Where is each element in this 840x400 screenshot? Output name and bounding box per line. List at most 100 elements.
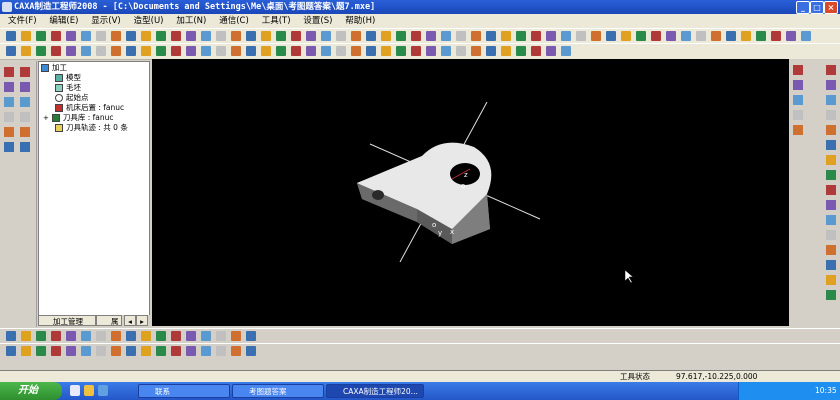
tree-item-post[interactable]: 机床后置 : fanuc [55, 103, 124, 113]
toolbar-button[interactable] [501, 46, 511, 56]
toolbar-button[interactable] [336, 46, 346, 56]
start-button[interactable]: 开始 [0, 382, 62, 400]
toolbar-button[interactable] [216, 31, 226, 41]
curve-tool-button[interactable] [826, 170, 836, 180]
toolbar-button[interactable] [96, 346, 106, 356]
toolbar-button[interactable] [201, 331, 211, 341]
toolbar-button[interactable] [351, 46, 361, 56]
expand-icon[interactable]: + [43, 114, 49, 122]
taskbar-item-contacts[interactable]: 联系 [138, 384, 230, 398]
curve-tool-button[interactable] [826, 245, 836, 255]
menu-communication[interactable]: 通信(C) [214, 14, 254, 28]
tree-item-stock[interactable]: 毛坯 [55, 83, 81, 93]
curve-tool-button[interactable] [826, 200, 836, 210]
toolbar-button[interactable] [36, 46, 46, 56]
toolbar-button[interactable] [531, 31, 541, 41]
left-tool-button[interactable] [4, 127, 14, 137]
toolbar-button[interactable] [426, 46, 436, 56]
close-button[interactable]: × [824, 1, 838, 14]
left-tool-button[interactable] [20, 67, 30, 77]
toolbar-button[interactable] [66, 31, 76, 41]
left-tool-button[interactable] [20, 112, 30, 122]
menu-file[interactable]: 文件(F) [0, 14, 42, 28]
toolbar-button[interactable] [516, 31, 526, 41]
toolbar-button[interactable] [36, 346, 46, 356]
toolbar-button[interactable] [96, 31, 106, 41]
toolbar-button[interactable] [426, 31, 436, 41]
curve-tool-button[interactable] [826, 95, 836, 105]
toolbar-button[interactable] [681, 31, 691, 41]
toolbar-button[interactable] [396, 46, 406, 56]
toolbar-button[interactable] [486, 46, 496, 56]
curve-tool-button[interactable] [826, 215, 836, 225]
curve-tool-button[interactable] [826, 110, 836, 120]
toolbar-button[interactable] [741, 31, 751, 41]
toolbar-button[interactable] [111, 31, 121, 41]
toolbar-button[interactable] [591, 31, 601, 41]
toolbar-button[interactable] [291, 31, 301, 41]
toolbar-button[interactable] [126, 46, 136, 56]
toolbar-button[interactable] [561, 31, 571, 41]
toolbar-button[interactable] [186, 331, 196, 341]
toolbar-button[interactable] [336, 31, 346, 41]
right-tool-button[interactable] [793, 110, 803, 120]
toolbar-button[interactable] [66, 346, 76, 356]
toolbar-button[interactable] [171, 46, 181, 56]
toolbar-button[interactable] [351, 31, 361, 41]
toolbar-button[interactable] [381, 31, 391, 41]
toolbar-button[interactable] [306, 46, 316, 56]
toolbar-button[interactable] [186, 31, 196, 41]
3d-viewport[interactable]: z o o y x [152, 59, 789, 326]
toolbar-button[interactable] [771, 31, 781, 41]
toolbar-button[interactable] [306, 31, 316, 41]
toolbar-button[interactable] [636, 31, 646, 41]
toolbar-button[interactable] [96, 331, 106, 341]
curve-tool-button[interactable] [826, 185, 836, 195]
toolbar-button[interactable] [456, 31, 466, 41]
left-tool-button[interactable] [4, 82, 14, 92]
toolbar-button[interactable] [366, 31, 376, 41]
toolbar-button[interactable] [111, 331, 121, 341]
toolbar-button[interactable] [231, 346, 241, 356]
toolbar-button[interactable] [6, 331, 16, 341]
toolbar-button[interactable] [81, 346, 91, 356]
toolbar-button[interactable] [186, 46, 196, 56]
toolbar-button[interactable] [801, 31, 811, 41]
toolbar-button[interactable] [441, 31, 451, 41]
toolbar-button[interactable] [126, 331, 136, 341]
toolbar-button[interactable] [141, 346, 151, 356]
toolbar-button[interactable] [201, 346, 211, 356]
toolbar-button[interactable] [246, 331, 256, 341]
toolbar-button[interactable] [6, 346, 16, 356]
left-tool-button[interactable] [4, 112, 14, 122]
toolbar-button[interactable] [96, 46, 106, 56]
toolbar-button[interactable] [156, 346, 166, 356]
toolbar-button[interactable] [111, 346, 121, 356]
toolbar-button[interactable] [81, 31, 91, 41]
toolbar-button[interactable] [471, 46, 481, 56]
toolbar-button[interactable] [231, 46, 241, 56]
toolbar-button[interactable] [216, 46, 226, 56]
toolbar-button[interactable] [51, 31, 61, 41]
toolbar-button[interactable] [201, 31, 211, 41]
toolbar-button[interactable] [66, 331, 76, 341]
toolbar-button[interactable] [171, 31, 181, 41]
toolbar-button[interactable] [171, 346, 181, 356]
toolbar-button[interactable] [6, 31, 16, 41]
toolbar-button[interactable] [231, 331, 241, 341]
toolbar-button[interactable] [726, 31, 736, 41]
curve-tool-button[interactable] [826, 290, 836, 300]
right-tool-button[interactable] [793, 125, 803, 135]
tree-item-tool-library[interactable]: + 刀具库 : fanuc [43, 113, 114, 123]
taskbar-item-answers[interactable]: 考图题答案 [232, 384, 324, 398]
tree-item-start-point[interactable]: 起始点 [55, 93, 89, 103]
tab-machining-manager[interactable]: 加工管理 [38, 315, 96, 326]
toolbar-button[interactable] [321, 31, 331, 41]
left-tool-button[interactable] [20, 127, 30, 137]
menu-view[interactable]: 显示(V) [86, 14, 125, 28]
toolbar-button[interactable] [621, 31, 631, 41]
toolbar-button[interactable] [321, 46, 331, 56]
toolbar-button[interactable] [201, 46, 211, 56]
toolbar-button[interactable] [696, 31, 706, 41]
toolbar-button[interactable] [666, 31, 676, 41]
